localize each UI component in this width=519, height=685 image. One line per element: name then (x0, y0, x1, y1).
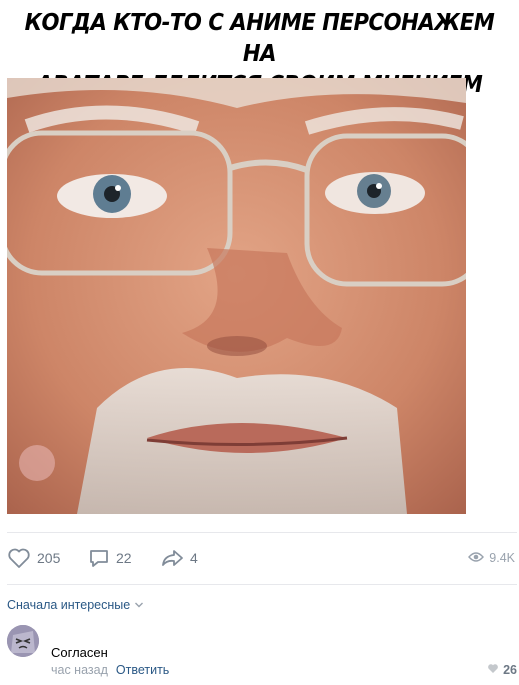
avatar[interactable] (7, 625, 39, 657)
meme-caption-line-1: КОГДА КТО-ТО С АНИМЕ ПЕРСОНАЖЕМ НА (24, 10, 495, 67)
comment-like-count: 26 (503, 663, 517, 677)
views-count: 9.4K (489, 551, 515, 565)
divider-top (7, 532, 517, 533)
share-button[interactable]: 4 (160, 540, 198, 576)
comment-item: Согласен час назад Ответить 26 (7, 625, 517, 681)
post-actions: 205 22 4 (0, 540, 519, 576)
meme-photo[interactable] (7, 78, 466, 514)
comment-text: Согласен (51, 645, 108, 660)
chevron-down-icon (134, 598, 144, 612)
share-icon (160, 547, 184, 569)
share-count: 4 (190, 550, 198, 566)
comment-button[interactable]: 22 (88, 540, 132, 576)
comments-sort-dropdown[interactable]: Сначала интересные (7, 598, 144, 612)
divider-bottom (7, 584, 517, 585)
eye-icon (468, 551, 485, 566)
sort-label: Сначала интересные (7, 598, 131, 612)
comment-time[interactable]: час назад (51, 663, 108, 677)
comment-icon (88, 547, 110, 569)
heart-icon (7, 547, 31, 569)
comment-like-button[interactable]: 26 (487, 663, 517, 677)
like-count: 205 (37, 550, 61, 566)
like-button[interactable]: 205 (7, 540, 60, 576)
comment-meta: час назад Ответить (51, 663, 169, 677)
face-illustration (7, 78, 466, 514)
reply-link[interactable]: Ответить (116, 663, 169, 677)
small-heart-icon (487, 663, 499, 677)
views-counter: 9.4K (468, 540, 515, 576)
comment-count: 22 (116, 550, 132, 566)
